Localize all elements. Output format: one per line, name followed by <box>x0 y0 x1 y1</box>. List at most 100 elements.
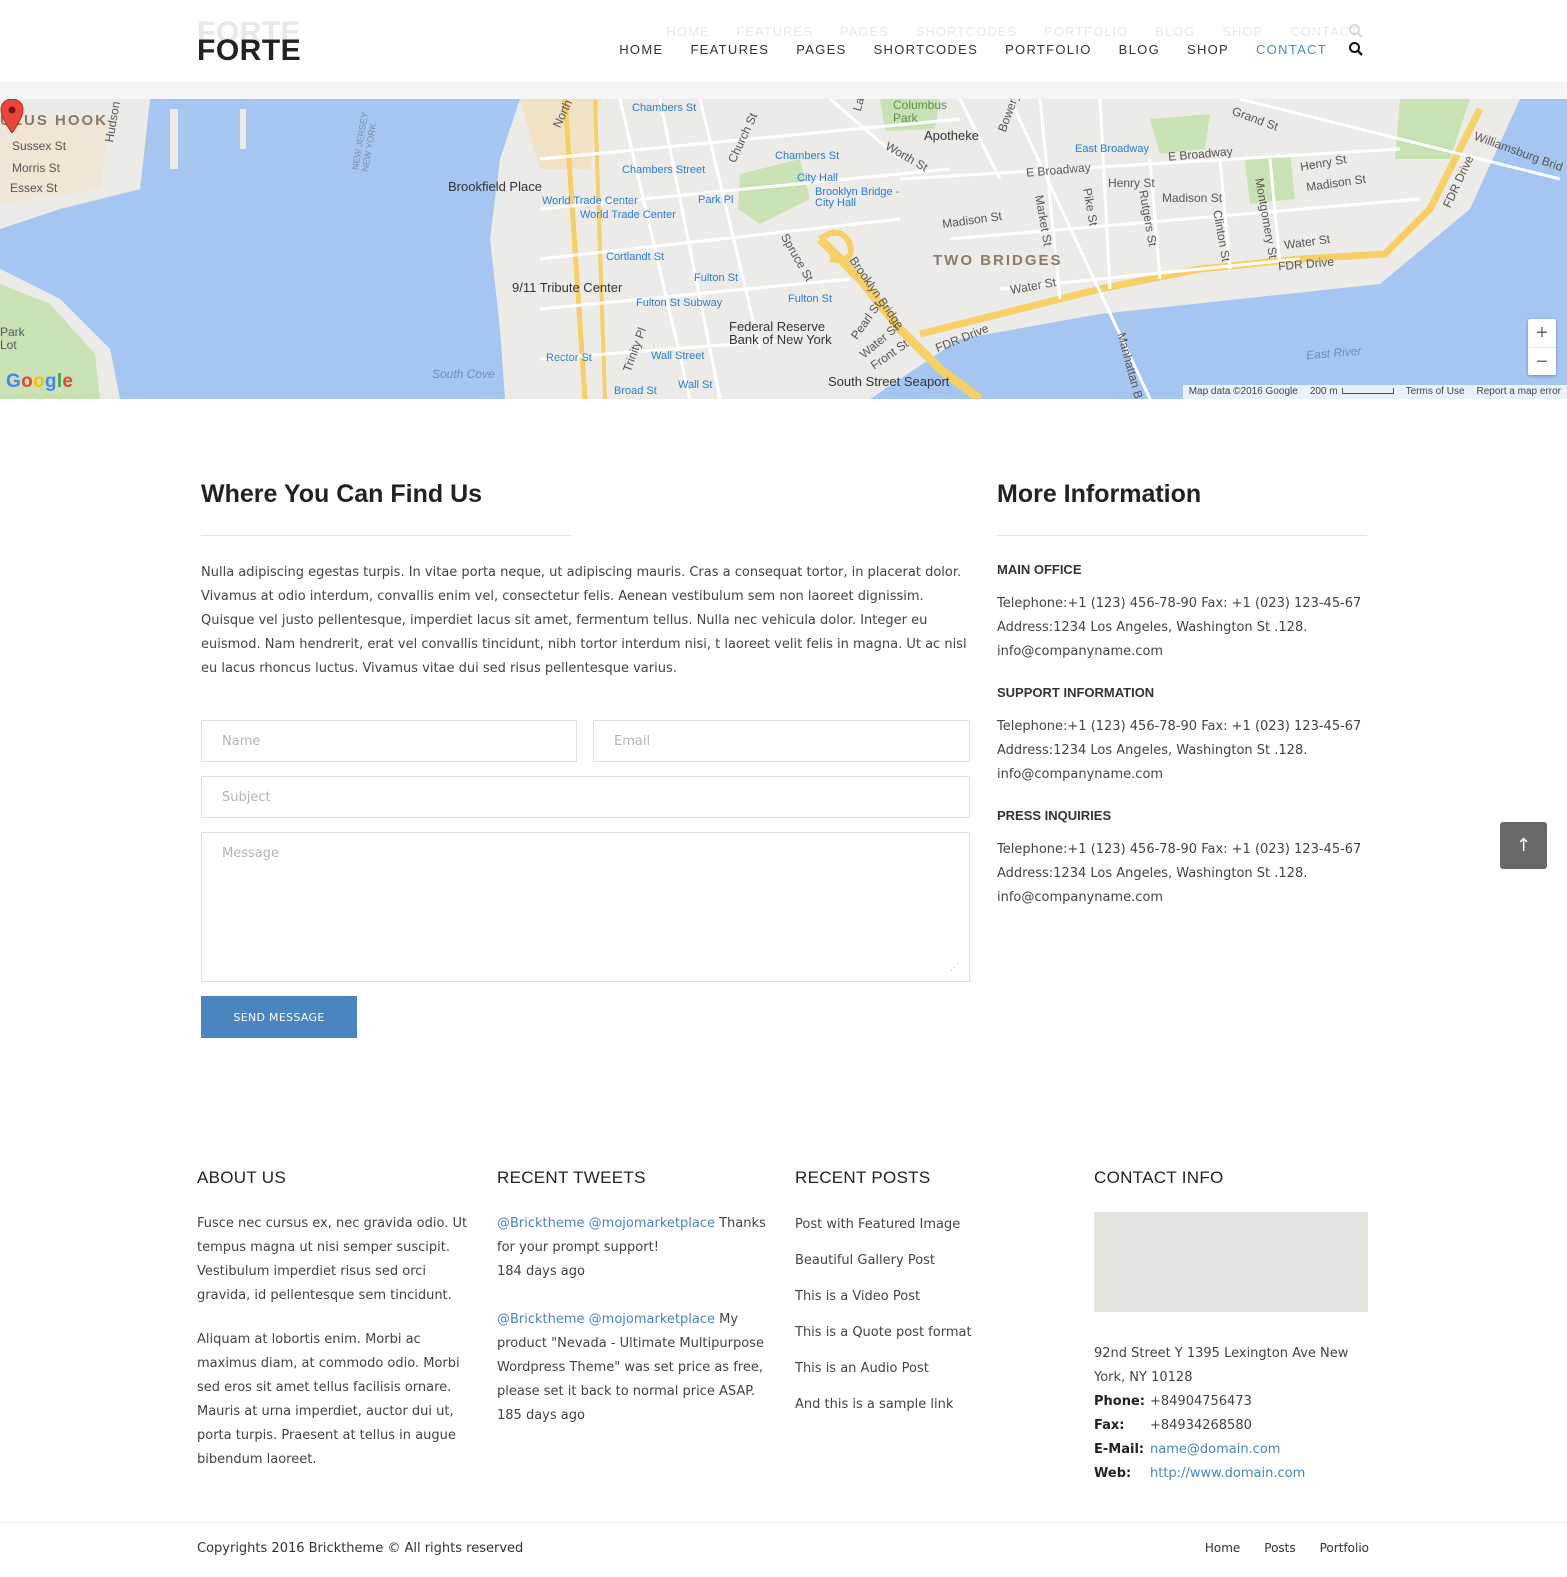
recent-post-link[interactable]: Post with Featured Image <box>795 1217 960 1232</box>
press-email[interactable]: info@companyname.com <box>997 886 1163 910</box>
main-office-title: MAIN OFFICE <box>997 562 1082 577</box>
footer-phone: Phone: +84904756473 <box>1094 1390 1252 1414</box>
map-label: East Broadway <box>1075 143 1149 155</box>
recent-post-link[interactable]: And this is a sample link <box>795 1397 953 1412</box>
footer-map[interactable] <box>1094 1212 1368 1312</box>
recent-post-link[interactable]: Beautiful Gallery Post <box>795 1253 935 1268</box>
nav-ghost-item: SHORTCODES <box>915 24 1018 39</box>
location-map[interactable]: ULUS HOOK Sussex St Morris St Essex St H… <box>0 99 1567 399</box>
search-icon-ghost <box>1349 24 1363 38</box>
zoom-out-button[interactable]: − <box>1528 347 1556 375</box>
map-label: Park Lot <box>0 325 25 352</box>
map-label: Fulton St <box>694 272 739 284</box>
recent-post-link[interactable]: This is a Quote post format <box>795 1325 972 1340</box>
send-message-button[interactable]: SEND MESSAGE <box>201 996 357 1038</box>
tweet-time: 185 days ago <box>497 1408 585 1423</box>
map-label: Henry St <box>1108 176 1155 190</box>
footer-web: Web: http://www.domain.com <box>1094 1462 1305 1486</box>
nav-ghost: HOME FEATURES PAGES SHORTCODES PORTFOLIO… <box>667 24 1359 39</box>
footer-divider <box>0 1522 1567 1523</box>
nav-features[interactable]: FEATURES <box>690 42 769 57</box>
recent-post-link[interactable]: This is a Video Post <box>795 1289 920 1304</box>
google-logo: Google <box>6 371 74 392</box>
support-email[interactable]: info@companyname.com <box>997 763 1163 787</box>
map-label: Brooklyn Bridge - City Hall <box>815 186 900 209</box>
footer-email: E-Mail: name@domain.com <box>1094 1438 1280 1462</box>
support-info-title: SUPPORT INFORMATION <box>997 685 1155 700</box>
nav-contact[interactable]: CONTACT <box>1256 42 1327 57</box>
zoom-in-button[interactable]: + <box>1528 319 1556 347</box>
map-label: Broad St <box>614 385 657 397</box>
map-label: World Trade Center <box>580 209 676 221</box>
email-link[interactable]: name@domain.com <box>1150 1442 1280 1457</box>
nav-shop[interactable]: SHOP <box>1187 42 1229 57</box>
main-office-email[interactable]: info@companyname.com <box>997 640 1163 664</box>
recent-post-link[interactable]: This is an Audio Post <box>795 1361 929 1376</box>
map-attribution: Map data ©2016 Google 200 m Terms of Use… <box>1182 385 1567 399</box>
map-label: Apotheke <box>924 128 979 143</box>
map-label: Park Pl <box>698 194 734 206</box>
nav-pages[interactable]: PAGES <box>796 42 846 57</box>
nav-portfolio[interactable]: PORTFOLIO <box>1005 42 1092 57</box>
scroll-to-top-button[interactable]: ↑ <box>1500 822 1547 869</box>
scale-bar <box>1341 388 1394 395</box>
resize-grip-icon[interactable]: ⋰ <box>950 963 959 973</box>
map-label: Essex St <box>10 181 58 195</box>
nav-home[interactable]: HOME <box>619 42 663 57</box>
more-info-title: More Information <box>997 480 1202 508</box>
map-label: Chambers St <box>632 102 697 114</box>
tweet-mentions[interactable]: @Bricktheme @mojomarketplace <box>497 1216 715 1231</box>
map-label: World Trade Center <box>542 195 638 207</box>
map-label: Wall St <box>678 379 713 391</box>
map-label: Morris St <box>12 161 60 175</box>
web-link[interactable]: http://www.domain.com <box>1150 1466 1305 1481</box>
map-marker-icon[interactable] <box>0 99 24 133</box>
name-input[interactable] <box>201 720 577 762</box>
nav-ghost-item: HOME <box>666 24 710 39</box>
footer-link-portfolio[interactable]: Portfolio <box>1320 1541 1369 1555</box>
phone-value: +84904756473 <box>1150 1394 1252 1409</box>
site-logo[interactable]: FORTE <box>197 34 301 68</box>
nav-ghost-item: BLOG <box>1155 24 1196 39</box>
map-label: 9/11 Tribute Center <box>512 280 623 295</box>
map-label: Federal Reserve Bank of New York <box>729 319 832 347</box>
main-nav: HOME FEATURES PAGES SHORTCODES PORTFOLIO… <box>619 42 1327 57</box>
map-scale-label: 200 m <box>1309 386 1338 397</box>
nav-shortcodes[interactable]: SHORTCODES <box>874 42 979 57</box>
message-textarea[interactable] <box>201 832 970 982</box>
map-label: TWO BRIDGES <box>933 252 1063 269</box>
map-label: Sussex St <box>12 139 67 153</box>
map-label: Columbus Park <box>893 99 948 125</box>
nav-ghost-item: PAGES <box>839 24 889 39</box>
map-label: Chambers St <box>775 150 840 162</box>
nav-ghost-item: PORTFOLIO <box>1044 24 1129 39</box>
map-zoom-control: + − <box>1528 319 1556 375</box>
tweet-item: @Bricktheme @mojomarketplace My product … <box>497 1308 779 1428</box>
web-label: Web: <box>1094 1466 1132 1481</box>
phone-label: Phone: <box>1094 1394 1145 1409</box>
map-report-link[interactable]: Report a map error <box>1471 385 1567 399</box>
map-terms-link[interactable]: Terms of Use <box>1400 385 1471 399</box>
email-input[interactable] <box>593 720 970 762</box>
footer-nav: Home Posts Portfolio <box>1205 1541 1369 1555</box>
footer-about-p2: Aliquam at lobortis enim. Morbi ac maxim… <box>197 1332 460 1467</box>
fax-value: +84934268580 <box>1150 1418 1252 1433</box>
search-icon[interactable] <box>1348 41 1364 57</box>
nav-blog[interactable]: BLOG <box>1119 42 1160 57</box>
header-shadow <box>0 82 1567 99</box>
fax-label: Fax: <box>1094 1418 1125 1433</box>
more-info-divider <box>997 535 1367 536</box>
support-phone: Telephone:+1 (123) 456-78-90 Fax: +1 (02… <box>997 719 1362 734</box>
press-inquiries-title: PRESS INQUIRIES <box>997 808 1112 823</box>
press-address: Address:1234 Los Angeles, Washington St … <box>997 866 1308 881</box>
subject-input[interactable] <box>201 776 970 818</box>
arrow-up-icon: ↑ <box>1515 835 1532 856</box>
footer-link-home[interactable]: Home <box>1205 1541 1240 1555</box>
footer-link-posts[interactable]: Posts <box>1264 1541 1295 1555</box>
map-label: Cortlandt St <box>606 251 665 263</box>
tweet-mentions[interactable]: @Bricktheme @mojomarketplace <box>497 1312 715 1327</box>
nav-ghost-item: FEATURES <box>736 24 813 39</box>
email-label: E-Mail: <box>1094 1442 1145 1457</box>
find-us-divider <box>201 535 571 536</box>
support-address: Address:1234 Los Angeles, Washington St … <box>997 743 1308 758</box>
